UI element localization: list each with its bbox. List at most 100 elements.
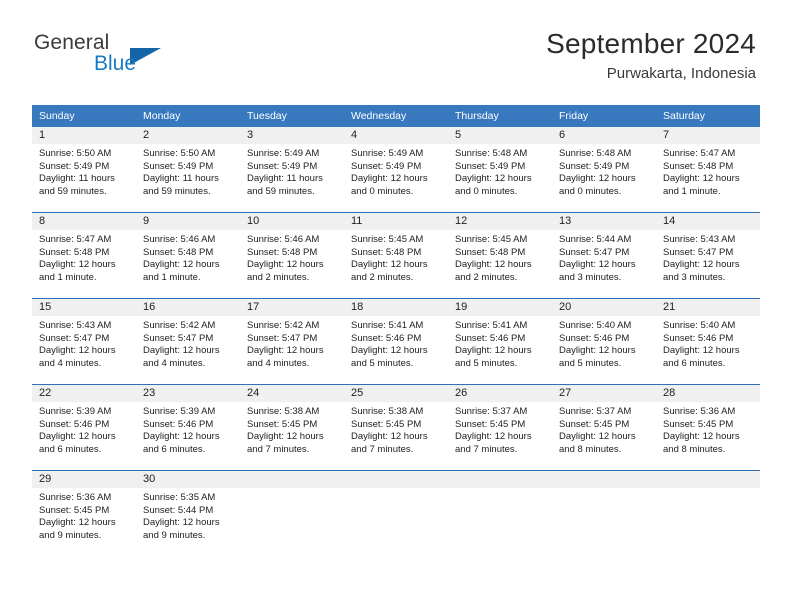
sunrise-text: Sunrise: 5:41 AM [351, 320, 424, 331]
calendar-day-cell[interactable]: 9 Sunrise: 5:46 AM Sunset: 5:48 PM Daylight… [136, 212, 240, 299]
day-details: Sunrise: 5:42 AM Sunset: 5:47 PM Daylight:… [136, 316, 240, 370]
daylight-text-line1: Daylight: 12 hours [39, 517, 116, 529]
calendar-day-cell[interactable]: 30 Sunrise: 5:35 AM Sunset: 5:44 PM Dayligh… [136, 470, 240, 556]
calendar-day-cell[interactable]: 15 Sunrise: 5:43 AM Sunset: 5:47 PM Dayligh… [32, 298, 136, 385]
calendar-header-row: Sunday Monday Tuesday Wednesday Thursday… [32, 105, 760, 127]
calendar-day-cell[interactable]: 1 Sunrise: 5:50 AM Sunset: 5:49 PM Daylight… [32, 127, 136, 213]
daylight-text-line1: Daylight: 11 hours [143, 173, 219, 185]
day-box: 6 Sunrise: 5:48 AM Sunset: 5:49 PM Daylight… [552, 127, 656, 212]
day-details [344, 488, 448, 492]
calendar-day-cell[interactable]: 12 Sunrise: 5:45 AM Sunset: 5:48 PM Dayligh… [448, 212, 552, 299]
sunrise-text: Sunrise: 5:50 AM [39, 148, 112, 159]
weekday-header-saturday: Saturday [656, 105, 760, 127]
day-box: 7 Sunrise: 5:47 AM Sunset: 5:48 PM Daylight… [656, 127, 760, 212]
calendar-day-cell[interactable]: 20 Sunrise: 5:40 AM Sunset: 5:46 PM Dayligh… [552, 298, 656, 385]
calendar-day-cell[interactable]: 16 Sunrise: 5:42 AM Sunset: 5:47 PM Dayligh… [136, 298, 240, 385]
weekday-header-sunday: Sunday [32, 105, 136, 127]
daylight-text-line2: and 8 minutes. [559, 443, 622, 455]
calendar-day-cell[interactable]: 2 Sunrise: 5:50 AM Sunset: 5:49 PM Daylight… [136, 127, 240, 213]
day-number: 13 [552, 213, 656, 230]
daylight-text-line1: Daylight: 12 hours [663, 431, 740, 443]
weekday-header-wednesday: Wednesday [344, 105, 448, 127]
day-number: 15 [32, 299, 136, 316]
day-box [448, 471, 552, 556]
daylight-text-line2: and 6 minutes. [39, 443, 102, 455]
calendar-day-cell[interactable]: 5 Sunrise: 5:48 AM Sunset: 5:49 PM Daylight… [448, 127, 552, 213]
calendar-day-cell[interactable]: 27 Sunrise: 5:37 AM Sunset: 5:45 PM Dayligh… [552, 384, 656, 471]
day-number: 23 [136, 385, 240, 402]
calendar-day-cell[interactable]: 10 Sunrise: 5:46 AM Sunset: 5:48 PM Dayligh… [240, 212, 344, 299]
day-details [656, 488, 760, 492]
calendar-day-cell[interactable]: 7 Sunrise: 5:47 AM Sunset: 5:48 PM Daylight… [656, 127, 760, 213]
calendar-day-cell[interactable]: 22 Sunrise: 5:39 AM Sunset: 5:46 PM Dayligh… [32, 384, 136, 471]
calendar-day-cell[interactable]: 17 Sunrise: 5:42 AM Sunset: 5:47 PM Dayligh… [240, 298, 344, 385]
day-number: 24 [240, 385, 344, 402]
daylight-text-line1: Daylight: 12 hours [143, 345, 220, 357]
day-number: 27 [552, 385, 656, 402]
daylight-text-line1: Daylight: 12 hours [351, 259, 428, 271]
day-details [448, 488, 552, 492]
sunrise-text: Sunrise: 5:48 AM [559, 148, 632, 159]
calendar-day-cell[interactable]: 24 Sunrise: 5:38 AM Sunset: 5:45 PM Dayligh… [240, 384, 344, 471]
daylight-text-line1: Daylight: 12 hours [143, 259, 220, 271]
daylight-text-line2: and 1 minute. [39, 271, 97, 283]
day-details: Sunrise: 5:43 AM Sunset: 5:47 PM Daylight:… [656, 230, 760, 284]
sunset-text: Sunset: 5:48 PM [143, 246, 214, 258]
daylight-text-line2: and 59 minutes. [143, 185, 211, 197]
sunrise-text: Sunrise: 5:50 AM [143, 148, 216, 159]
day-box [552, 471, 656, 556]
calendar-cell-empty [656, 470, 760, 556]
day-box: 29 Sunrise: 5:36 AM Sunset: 5:45 PM Dayligh… [32, 471, 136, 556]
calendar-day-cell[interactable]: 25 Sunrise: 5:38 AM Sunset: 5:45 PM Dayligh… [344, 384, 448, 471]
calendar-cell-empty [240, 470, 344, 556]
daylight-text-line2: and 7 minutes. [351, 443, 414, 455]
calendar-day-cell[interactable]: 28 Sunrise: 5:36 AM Sunset: 5:45 PM Dayligh… [656, 384, 760, 471]
calendar-day-cell[interactable]: 8 Sunrise: 5:47 AM Sunset: 5:48 PM Daylight… [32, 212, 136, 299]
day-box: 30 Sunrise: 5:35 AM Sunset: 5:44 PM Dayligh… [136, 471, 240, 556]
logo-text-blue: Blue [94, 52, 137, 75]
page-subtitle: Purwakarta, Indonesia [606, 65, 756, 83]
calendar-day-cell[interactable]: 4 Sunrise: 5:49 AM Sunset: 5:49 PM Daylight… [344, 127, 448, 213]
calendar-day-cell[interactable]: 6 Sunrise: 5:48 AM Sunset: 5:49 PM Daylight… [552, 127, 656, 213]
calendar-day-cell[interactable]: 19 Sunrise: 5:41 AM Sunset: 5:46 PM Dayligh… [448, 298, 552, 385]
sunrise-text: Sunrise: 5:37 AM [559, 406, 632, 417]
sunrise-text: Sunrise: 5:45 AM [455, 234, 528, 245]
daylight-text-line1: Daylight: 12 hours [455, 431, 532, 443]
sunset-text: Sunset: 5:45 PM [455, 418, 526, 430]
day-details: Sunrise: 5:36 AM Sunset: 5:45 PM Daylight:… [656, 402, 760, 456]
day-number: 17 [240, 299, 344, 316]
calendar-day-cell[interactable]: 21 Sunrise: 5:40 AM Sunset: 5:46 PM Dayligh… [656, 298, 760, 385]
calendar-day-cell[interactable]: 13 Sunrise: 5:44 AM Sunset: 5:47 PM Dayligh… [552, 212, 656, 299]
daylight-text-line1: Daylight: 12 hours [663, 173, 740, 185]
daylight-text-line2: and 1 minute. [143, 271, 201, 283]
calendar-day-cell[interactable]: 3 Sunrise: 5:49 AM Sunset: 5:49 PM Daylight… [240, 127, 344, 213]
calendar-week-row: 15 Sunrise: 5:43 AM Sunset: 5:47 PM Dayligh… [32, 298, 760, 385]
sunset-text: Sunset: 5:46 PM [143, 418, 214, 430]
logo-text-general: General [34, 31, 110, 54]
daylight-text-line1: Daylight: 12 hours [351, 173, 428, 185]
day-details: Sunrise: 5:50 AM Sunset: 5:49 PM Daylight:… [32, 144, 136, 198]
day-number: 20 [552, 299, 656, 316]
calendar-day-cell[interactable]: 14 Sunrise: 5:43 AM Sunset: 5:47 PM Dayligh… [656, 212, 760, 299]
sunset-text: Sunset: 5:45 PM [247, 418, 318, 430]
day-number [656, 471, 760, 488]
calendar-day-cell[interactable]: 26 Sunrise: 5:37 AM Sunset: 5:45 PM Dayligh… [448, 384, 552, 471]
day-box [656, 471, 760, 556]
sunset-text: Sunset: 5:44 PM [143, 504, 214, 516]
day-details: Sunrise: 5:43 AM Sunset: 5:47 PM Daylight:… [32, 316, 136, 370]
calendar-day-cell[interactable]: 23 Sunrise: 5:39 AM Sunset: 5:46 PM Dayligh… [136, 384, 240, 471]
page-header: General Blue September 2024 Purwakarta, … [0, 0, 792, 82]
calendar-week-row: 8 Sunrise: 5:47 AM Sunset: 5:48 PM Daylight… [32, 212, 760, 299]
day-details: Sunrise: 5:40 AM Sunset: 5:46 PM Daylight:… [656, 316, 760, 370]
generalblue-logo[interactable]: General Blue [34, 32, 254, 80]
calendar-day-cell[interactable]: 29 Sunrise: 5:36 AM Sunset: 5:45 PM Dayligh… [32, 470, 136, 556]
daylight-text-line1: Daylight: 12 hours [663, 345, 740, 357]
sunset-text: Sunset: 5:47 PM [663, 246, 734, 258]
day-details: Sunrise: 5:48 AM Sunset: 5:49 PM Daylight:… [552, 144, 656, 198]
sunrise-text: Sunrise: 5:49 AM [247, 148, 320, 159]
calendar-day-cell[interactable]: 18 Sunrise: 5:41 AM Sunset: 5:46 PM Dayligh… [344, 298, 448, 385]
calendar-day-cell[interactable]: 11 Sunrise: 5:45 AM Sunset: 5:48 PM Dayligh… [344, 212, 448, 299]
sunset-text: Sunset: 5:48 PM [455, 246, 526, 258]
day-box [240, 471, 344, 556]
day-box: 1 Sunrise: 5:50 AM Sunset: 5:49 PM Daylight… [32, 127, 136, 212]
